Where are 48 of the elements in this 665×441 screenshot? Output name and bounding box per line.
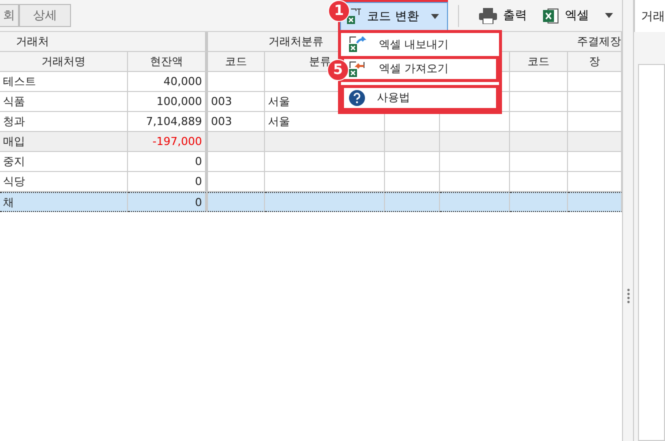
- caret-icon: [430, 14, 439, 18]
- column-header[interactable]: 코드: [510, 52, 568, 72]
- table-cell: 0: [128, 192, 208, 212]
- toolbar-button[interactable]: 상세: [19, 4, 71, 27]
- help-icon: [349, 90, 365, 106]
- table-cell: [510, 72, 568, 92]
- table-cell: [510, 92, 568, 112]
- column-header[interactable]: 거래처명: [0, 52, 128, 72]
- print-button[interactable]: 출력: [471, 7, 535, 24]
- table-cell: [385, 192, 440, 212]
- table-cell: [510, 152, 568, 172]
- excel-import-icon: [349, 60, 367, 76]
- column-header[interactable]: 코드: [208, 52, 265, 72]
- splitter-handle-icon[interactable]: [626, 288, 630, 304]
- table-cell: -197,000: [128, 132, 208, 152]
- table-cell: [208, 132, 265, 152]
- column-header[interactable]: 장: [568, 52, 622, 72]
- excel-button[interactable]: 엑셀: [535, 7, 597, 24]
- table-cell: 매입: [0, 132, 128, 152]
- table-cell: [440, 192, 510, 212]
- excel-icon: [543, 8, 559, 24]
- table-cell: 0: [128, 152, 208, 172]
- table-cell: 채: [0, 192, 128, 212]
- table-cell: [440, 132, 510, 152]
- table-cell: [510, 192, 568, 212]
- side-tab[interactable]: 거래: [634, 0, 665, 32]
- table-cell: [208, 72, 265, 92]
- column-header[interactable]: 현잔액: [128, 52, 208, 72]
- table-cell: [208, 192, 265, 212]
- table-cell: [568, 192, 622, 212]
- table-cell: 중지: [0, 152, 128, 172]
- table-cell: [385, 132, 440, 152]
- table-cell: [510, 132, 568, 152]
- menu-item[interactable]: 사용법: [341, 84, 499, 110]
- table-cell: 테스트: [0, 72, 128, 92]
- caret-icon[interactable]: [605, 13, 613, 18]
- toolbar-button[interactable]: 회: [0, 4, 19, 27]
- table-cell: [208, 152, 265, 172]
- table-cell: [440, 152, 510, 172]
- table-cell: 40,000: [128, 72, 208, 92]
- printer-icon: [479, 8, 497, 24]
- callout-badge: 1: [328, 0, 350, 22]
- column-group-header: 거래처: [0, 32, 208, 52]
- table-cell: 식품: [0, 92, 128, 112]
- table-cell: [385, 152, 440, 172]
- table-cell: 100,000: [128, 92, 208, 112]
- table-cell: 003: [208, 92, 265, 112]
- excel-export-icon: [349, 36, 367, 52]
